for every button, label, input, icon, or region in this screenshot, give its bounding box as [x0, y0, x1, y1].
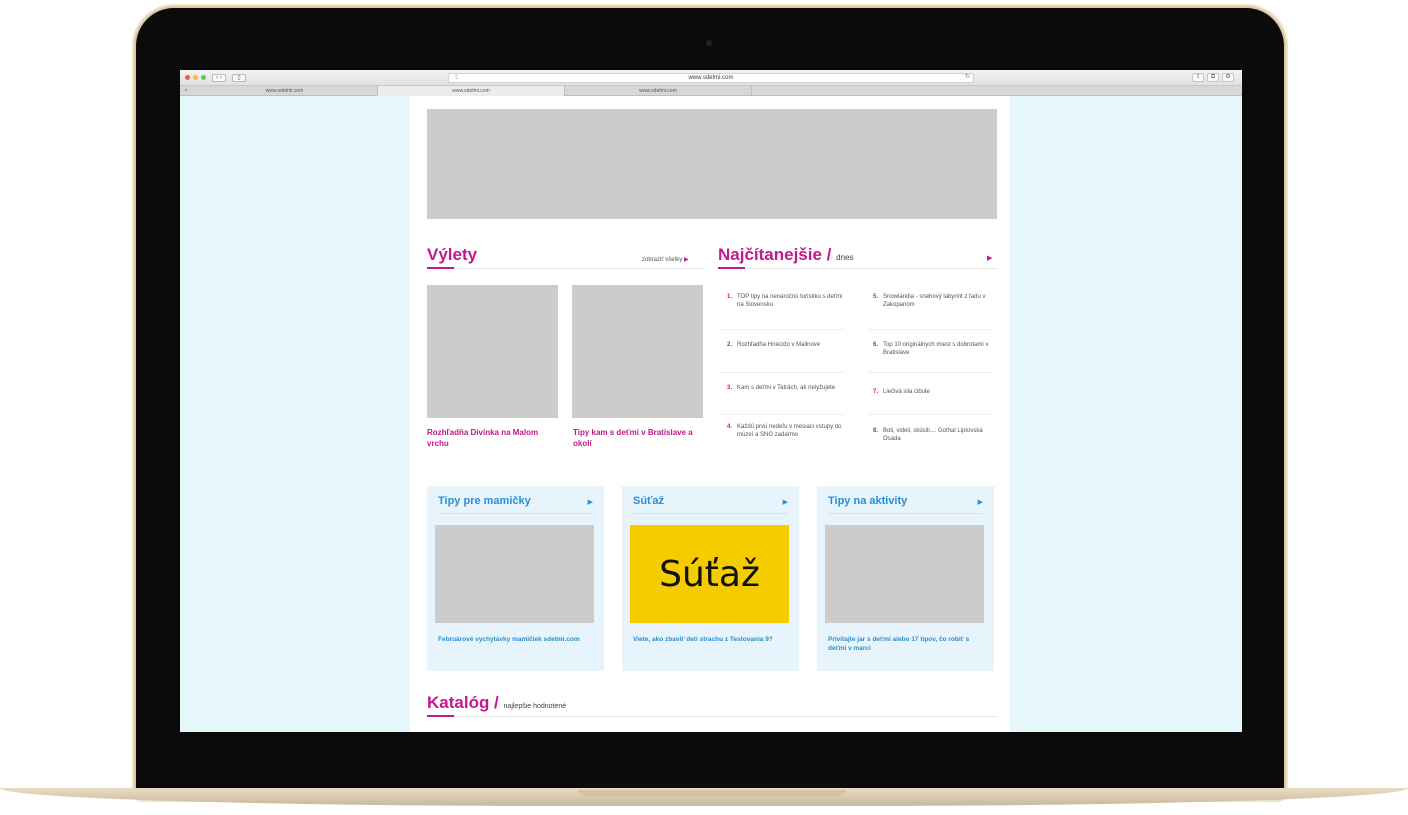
rank-divider: [868, 372, 993, 373]
rank-text[interactable]: Boli, videli, skúsili.... Gothal Liptovs…: [883, 427, 993, 443]
catalog-title: Katalóg /: [427, 693, 499, 712]
rank-text[interactable]: Top 10 originálnych miest s dobrotami v …: [883, 341, 993, 357]
most-read-item[interactable]: 2. Rozhľadňa Hniezdo v Malinove: [727, 341, 847, 349]
contest-image[interactable]: Súťaž: [630, 525, 789, 623]
most-read-item[interactable]: 1. TOP tipy na nenáročnú turistiku s deť…: [727, 293, 847, 309]
vylety-card-image-1[interactable]: [427, 285, 558, 418]
rank-number: 1.: [727, 294, 733, 300]
rank-divider: [868, 414, 993, 415]
rank-text[interactable]: Snowlandia - snehový labyrint z ľadu v Z…: [883, 293, 993, 309]
rank-number: 3.: [727, 385, 733, 391]
most-read-item[interactable]: 3. Kam s deťmi v Tatrách, ak nelyžujete: [727, 384, 847, 392]
laptop-notch: [578, 790, 846, 796]
box-divider: [633, 513, 787, 514]
vylety-divider: [427, 268, 704, 269]
web-page: Výlety zobraziť všetky ▶ Rozhľadňa Divin…: [410, 96, 1010, 732]
rank-text[interactable]: Kam s deťmi v Tatrách, ak nelyžujete: [737, 384, 835, 392]
reload-icon[interactable]: ↻: [965, 73, 970, 80]
moms-tips-title[interactable]: Tipy pre mamičky: [438, 495, 531, 507]
address-bar[interactable]: www.sdetmi.com: [448, 73, 974, 83]
contest-caption[interactable]: Viete, ako zbaviť deti strachu z Testova…: [633, 635, 793, 644]
activities-caption[interactable]: Privítajte jar s deťmi alebo 17 tipov, č…: [828, 635, 988, 653]
camera-dot: [706, 40, 712, 46]
contest-arrow-icon[interactable]: ▶: [783, 498, 788, 506]
tab-bar: × www.sdetmi.com www.sdetmi.com www.sdet…: [180, 86, 1242, 96]
tab-3[interactable]: www.sdetmi.com: [565, 86, 752, 96]
rank-number: 4.: [727, 424, 733, 430]
toolbar-actions: ⇧ ⧉ ⚙: [1192, 73, 1234, 82]
contest-image-text: Súťaž: [659, 553, 760, 595]
most-read-item[interactable]: 7. Liečivá sila cibule: [873, 388, 993, 396]
box-divider: [438, 513, 592, 514]
minimize-window-button[interactable]: [193, 75, 198, 80]
most-read-arrow-icon[interactable]: ▶: [987, 254, 992, 262]
contest-box: Súťaž ▶ Súťaž Viete, ako zbaviť deti str…: [622, 486, 799, 671]
most-read-heading[interactable]: Najčítanejšie / dnes: [718, 245, 853, 265]
catalog-heading[interactable]: Katalóg / najlepšie hodnotené: [427, 693, 566, 713]
most-read-item[interactable]: 4. Každú prvú nedeľu v mesiaci vstupy do…: [727, 423, 847, 439]
catalog-divider: [427, 716, 997, 717]
most-read-accent: [718, 267, 745, 269]
browser-screen: ‹ › ▯ www.sdetmi.com ⇪ ↻ ⇧ ⧉ ⚙ × www.sde…: [180, 70, 1242, 732]
moms-tips-caption[interactable]: Februárové vychytávky mamičiek sdetmi.co…: [438, 635, 598, 644]
most-read-item[interactable]: 5. Snowlandia - snehový labyrint z ľadu …: [873, 293, 993, 309]
rank-text[interactable]: Liečivá sila cibule: [883, 388, 930, 396]
activities-title[interactable]: Tipy na aktivity: [828, 495, 907, 507]
vylety-card-image-2[interactable]: [572, 285, 703, 418]
contest-title[interactable]: Súťaž: [633, 495, 664, 507]
activities-image[interactable]: [825, 525, 984, 623]
vylety-heading[interactable]: Výlety: [427, 245, 477, 265]
box-divider: [828, 513, 982, 514]
vylety-card-title-2[interactable]: Tipy kam s deťmi v Bratislave a okolí: [573, 427, 693, 449]
vylety-accent: [427, 267, 454, 269]
see-all-arrow-icon: ▶: [683, 257, 689, 263]
settings-icon[interactable]: ⚙: [1222, 73, 1234, 82]
tab-2[interactable]: www.sdetmi.com: [378, 86, 565, 96]
rank-number: 6.: [873, 342, 879, 348]
rank-number: 8.: [873, 428, 879, 434]
catalog-accent: [427, 715, 454, 717]
see-all-link[interactable]: zobraziť všetky ▶: [642, 256, 689, 263]
most-read-period[interactable]: dnes: [836, 253, 853, 262]
most-read-item[interactable]: 6. Top 10 originálnych miest s dobrotami…: [873, 341, 993, 357]
activities-box: Tipy na aktivity ▶ Privítajte jar s deťm…: [817, 486, 994, 671]
back-forward-button[interactable]: ‹ ›: [212, 73, 226, 82]
tab-1[interactable]: www.sdetmi.com: [192, 86, 378, 96]
sidebar-toggle-icon[interactable]: ▯: [232, 73, 246, 82]
rank-text[interactable]: TOP tipy na nenáročnú turistiku s deťmi …: [737, 293, 847, 309]
see-all-label[interactable]: zobraziť všetky: [642, 257, 682, 263]
maximize-window-button[interactable]: [201, 75, 206, 80]
rank-number: 2.: [727, 342, 733, 348]
vylety-card-title-1[interactable]: Rozhľadňa Divinka na Malom vrchu: [427, 427, 547, 449]
tab-close-icon[interactable]: ×: [180, 86, 192, 95]
share-button-icon[interactable]: ⇧: [1192, 73, 1204, 82]
catalog-subtitle: najlepšie hodnotené: [503, 703, 567, 710]
moms-tips-box: Tipy pre mamičky ▶ Februárové vychytávky…: [427, 486, 604, 671]
most-read-title: Najčítanejšie /: [718, 245, 832, 264]
tabs-overview-icon[interactable]: ⧉: [1207, 73, 1219, 82]
rank-text[interactable]: Rozhľadňa Hniezdo v Malinove: [737, 341, 820, 349]
rank-divider: [720, 329, 845, 330]
window-controls: [185, 75, 206, 80]
rank-divider: [720, 372, 845, 373]
rank-number: 7.: [873, 389, 879, 395]
close-window-button[interactable]: [185, 75, 190, 80]
rank-number: 5.: [873, 294, 879, 300]
most-read-item[interactable]: 8. Boli, videli, skúsili.... Gothal Lipt…: [873, 427, 993, 443]
rank-divider: [720, 414, 845, 415]
most-read-divider: [718, 268, 997, 269]
banner-placeholder[interactable]: [427, 109, 997, 219]
rank-divider: [868, 329, 993, 330]
share-icon[interactable]: ⇪: [454, 74, 459, 81]
activities-arrow-icon[interactable]: ▶: [978, 498, 983, 506]
browser-toolbar: ‹ › ▯ www.sdetmi.com ⇪ ↻ ⇧ ⧉ ⚙: [180, 70, 1242, 86]
moms-tips-arrow-icon[interactable]: ▶: [588, 498, 593, 506]
rank-text[interactable]: Každú prvú nedeľu v mesiaci vstupy do mú…: [737, 423, 847, 439]
moms-tips-image[interactable]: [435, 525, 594, 623]
